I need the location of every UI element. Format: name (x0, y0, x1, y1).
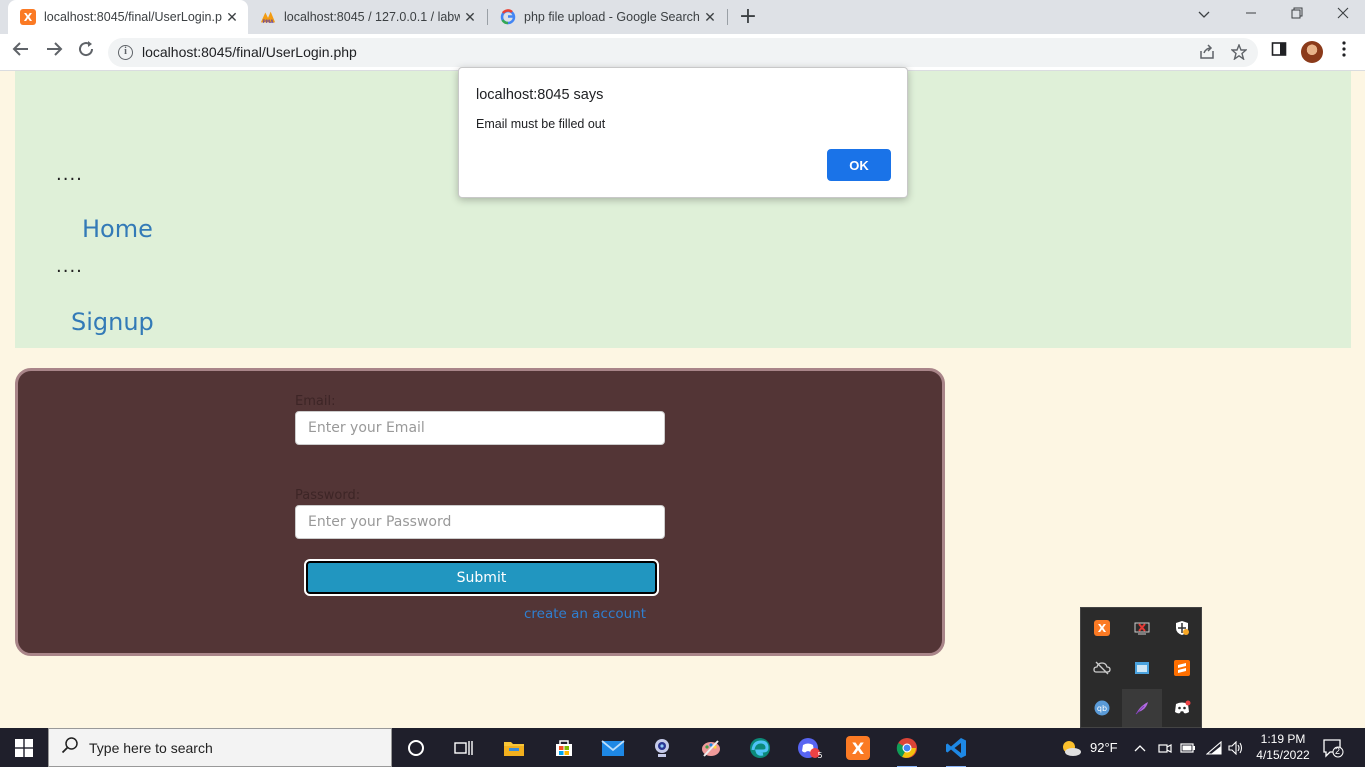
discord-app-icon[interactable]: 5 (793, 732, 825, 764)
create-account-link[interactable]: create an account (524, 606, 646, 622)
file-explorer-icon[interactable] (498, 732, 530, 764)
webcam-app-icon[interactable] (646, 732, 678, 764)
security-shield-icon[interactable] (1162, 609, 1202, 647)
weather-widget[interactable]: 92°F (1060, 728, 1118, 767)
forward-icon[interactable] (42, 40, 66, 64)
tab-google-search[interactable]: php file upload - Google Search ✕ (488, 0, 726, 34)
tab-close-icon[interactable]: ✕ (700, 9, 720, 26)
meet-now-icon[interactable] (1158, 728, 1172, 767)
search-placeholder: Type here to search (89, 739, 213, 756)
onedrive-off-icon[interactable] (1082, 649, 1122, 687)
share-icon[interactable] (1199, 44, 1215, 64)
svg-text:PMA: PMA (262, 19, 274, 25)
url-text[interactable]: localhost:8045/final/UserLogin.php (142, 44, 357, 60)
minimize-icon[interactable] (1228, 0, 1274, 30)
tab-title: php file upload - Google Search (524, 10, 700, 24)
nav-dots: .... (56, 164, 83, 185)
kebab-menu-icon[interactable] (1332, 40, 1356, 64)
sun-cloud-icon (1063, 740, 1081, 756)
tab-search-chevron-icon[interactable] (1181, 0, 1227, 30)
app-window-icon[interactable] (1122, 649, 1162, 687)
browser-tab-bar: X localhost:8045/final/UserLogin.php ✕ P… (0, 0, 1365, 34)
feather-icon[interactable] (1122, 689, 1162, 727)
volume-icon[interactable] (1228, 728, 1244, 767)
svg-text:X: X (24, 11, 33, 24)
dialog-title: localhost:8045 says (476, 87, 604, 103)
xampp-icon: X (20, 9, 36, 25)
password-label: Password: (295, 488, 361, 503)
discord-tray-icon[interactable] (1162, 689, 1202, 727)
microsoft-store-icon[interactable] (548, 732, 580, 764)
wifi-icon[interactable] (1206, 728, 1222, 767)
chrome-icon[interactable] (891, 732, 923, 767)
tab-phpmyadmin[interactable]: PMA localhost:8045 / 127.0.0.1 / labwork… (248, 0, 486, 34)
submit-button[interactable]: Submit (304, 559, 659, 596)
clock-time: 1:19 PM (1260, 732, 1306, 746)
taskbar-clock[interactable]: 1:19 PM 4/15/2022 (1248, 731, 1318, 763)
svg-text:X: X (852, 739, 865, 758)
email-label: Email: (295, 394, 336, 409)
sublime-icon[interactable] (1162, 649, 1202, 687)
battery-icon[interactable] (1180, 728, 1196, 767)
paint-app-icon[interactable] (695, 732, 727, 764)
network-disconnected-icon[interactable] (1122, 609, 1162, 647)
nav-dots: .... (56, 256, 83, 277)
qbittorrent-icon[interactable]: qb (1082, 689, 1122, 727)
task-view-icon[interactable] (448, 732, 480, 764)
new-tab-button[interactable]: + (737, 4, 759, 30)
restore-icon[interactable] (1274, 0, 1320, 30)
phpmyadmin-icon: PMA (260, 9, 276, 25)
mail-icon[interactable] (597, 732, 629, 764)
close-window-icon[interactable] (1320, 0, 1365, 30)
taskbar-search-box[interactable]: Type here to search (48, 728, 392, 767)
tray-overflow-popup: X qb (1080, 607, 1202, 728)
weather-temp: 92°F (1090, 740, 1118, 755)
discord-badge: 5 (817, 751, 823, 760)
tab-close-icon[interactable]: ✕ (222, 9, 242, 26)
dialog-ok-button[interactable]: OK (827, 149, 891, 181)
tab-separator (727, 9, 728, 25)
side-panel-icon[interactable] (1267, 40, 1291, 64)
nav-home-link[interactable]: Home (82, 215, 153, 243)
password-input[interactable] (295, 505, 665, 539)
dialog-message: Email must be filled out (476, 117, 606, 131)
svg-text:qb: qb (1097, 704, 1107, 713)
tab-title: localhost:8045/final/UserLogin.php (44, 10, 222, 24)
back-icon[interactable] (9, 40, 33, 64)
reload-icon[interactable] (74, 40, 98, 64)
tab-title: localhost:8045 / 127.0.0.1 / labwork (284, 10, 460, 24)
google-icon (500, 9, 516, 25)
alert-dialog: localhost:8045 says Email must be filled… (458, 67, 908, 198)
login-form: Email: Password: Submit create an accoun… (15, 368, 945, 656)
email-input[interactable] (295, 411, 665, 445)
cortana-icon[interactable] (400, 732, 432, 764)
windows-start-icon[interactable] (0, 728, 48, 767)
xampp-taskbar-icon[interactable]: X (842, 732, 874, 764)
bookmark-star-icon[interactable] (1230, 43, 1248, 64)
svg-text:X: X (1098, 622, 1107, 635)
clock-date: 4/15/2022 (1256, 748, 1310, 762)
browser-toolbar: i localhost:8045/final/UserLogin.php (0, 34, 1365, 71)
xampp-tray-icon[interactable]: X (1082, 609, 1122, 647)
notification-center-icon[interactable]: 2 (1322, 728, 1344, 767)
tab-close-icon[interactable]: ✕ (460, 9, 480, 26)
tab-userlogin[interactable]: X localhost:8045/final/UserLogin.php ✕ (8, 0, 248, 34)
taskbar: Type here to search 5 X 92°F 1:19 PM 4/1… (0, 728, 1365, 767)
edge-browser-icon[interactable] (744, 732, 776, 764)
tray-chevron-up-icon[interactable] (1134, 728, 1146, 767)
notification-count: 2 (1335, 746, 1341, 756)
search-icon (61, 736, 79, 759)
profile-avatar[interactable] (1301, 41, 1323, 63)
vscode-icon[interactable] (940, 732, 972, 767)
nav-signup-link[interactable]: Signup (71, 308, 154, 336)
site-info-icon[interactable]: i (118, 45, 133, 60)
address-bar[interactable]: i localhost:8045/final/UserLogin.php (108, 38, 1258, 67)
